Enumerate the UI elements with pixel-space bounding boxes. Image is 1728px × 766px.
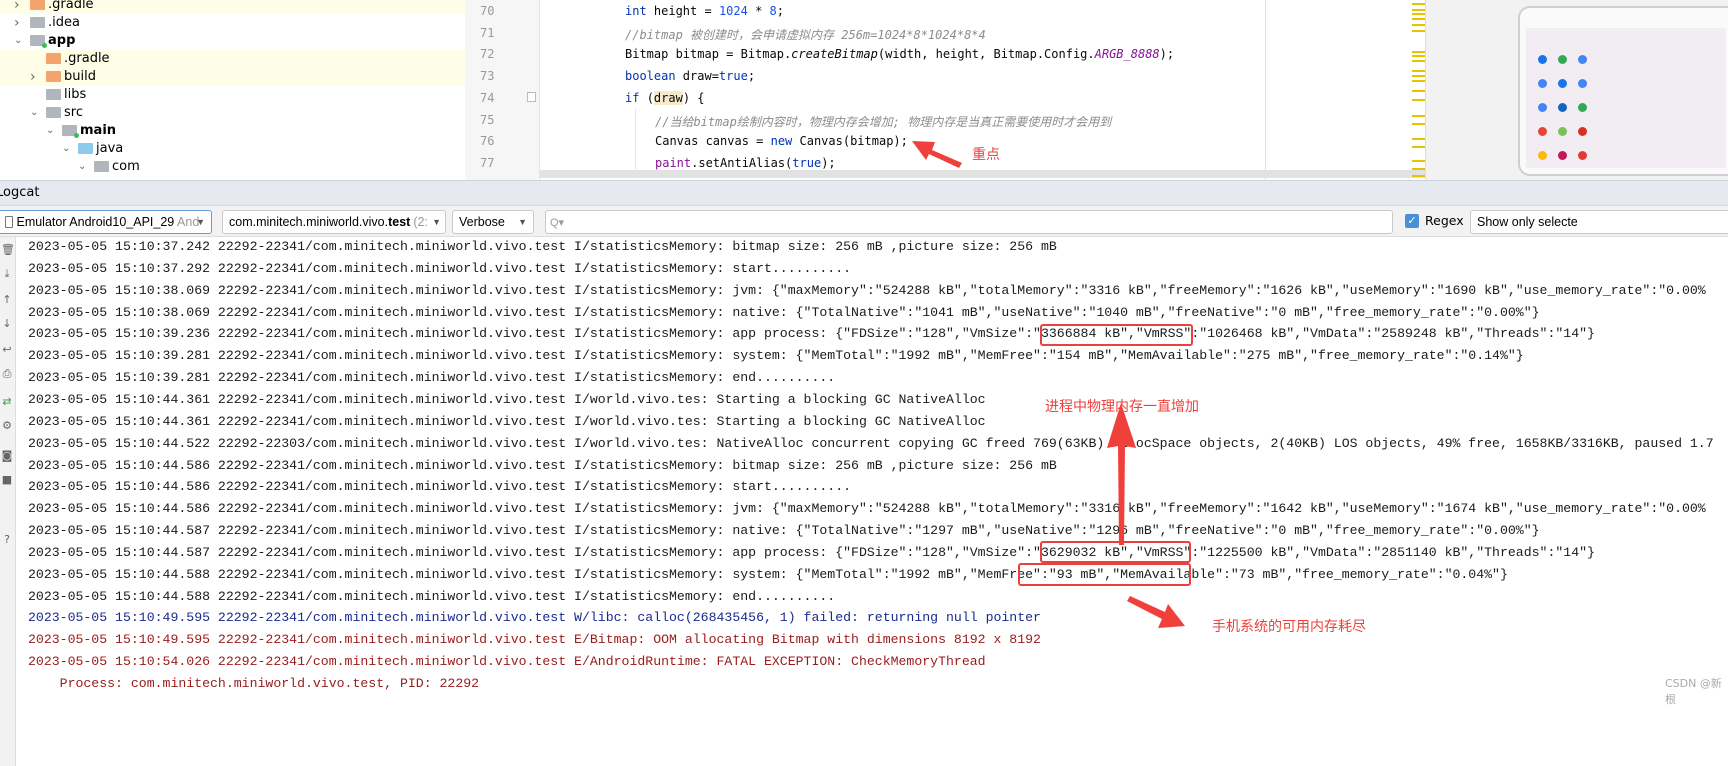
arrow-down-right-icon: [1127, 596, 1185, 628]
annotation-rss-increase: 进程中物理内存一直增加: [1045, 399, 1199, 415]
annotation-key-point: 重点: [972, 147, 1000, 163]
annotation-arrows: [912, 141, 1185, 628]
annotation-memory-exhausted: 手机系统的可用内存耗尽: [1212, 619, 1366, 635]
arrow-up-left-icon: [912, 141, 962, 168]
watermark: CSDN @新根: [1665, 677, 1722, 706]
arrow-up-icon: [1107, 403, 1136, 545]
